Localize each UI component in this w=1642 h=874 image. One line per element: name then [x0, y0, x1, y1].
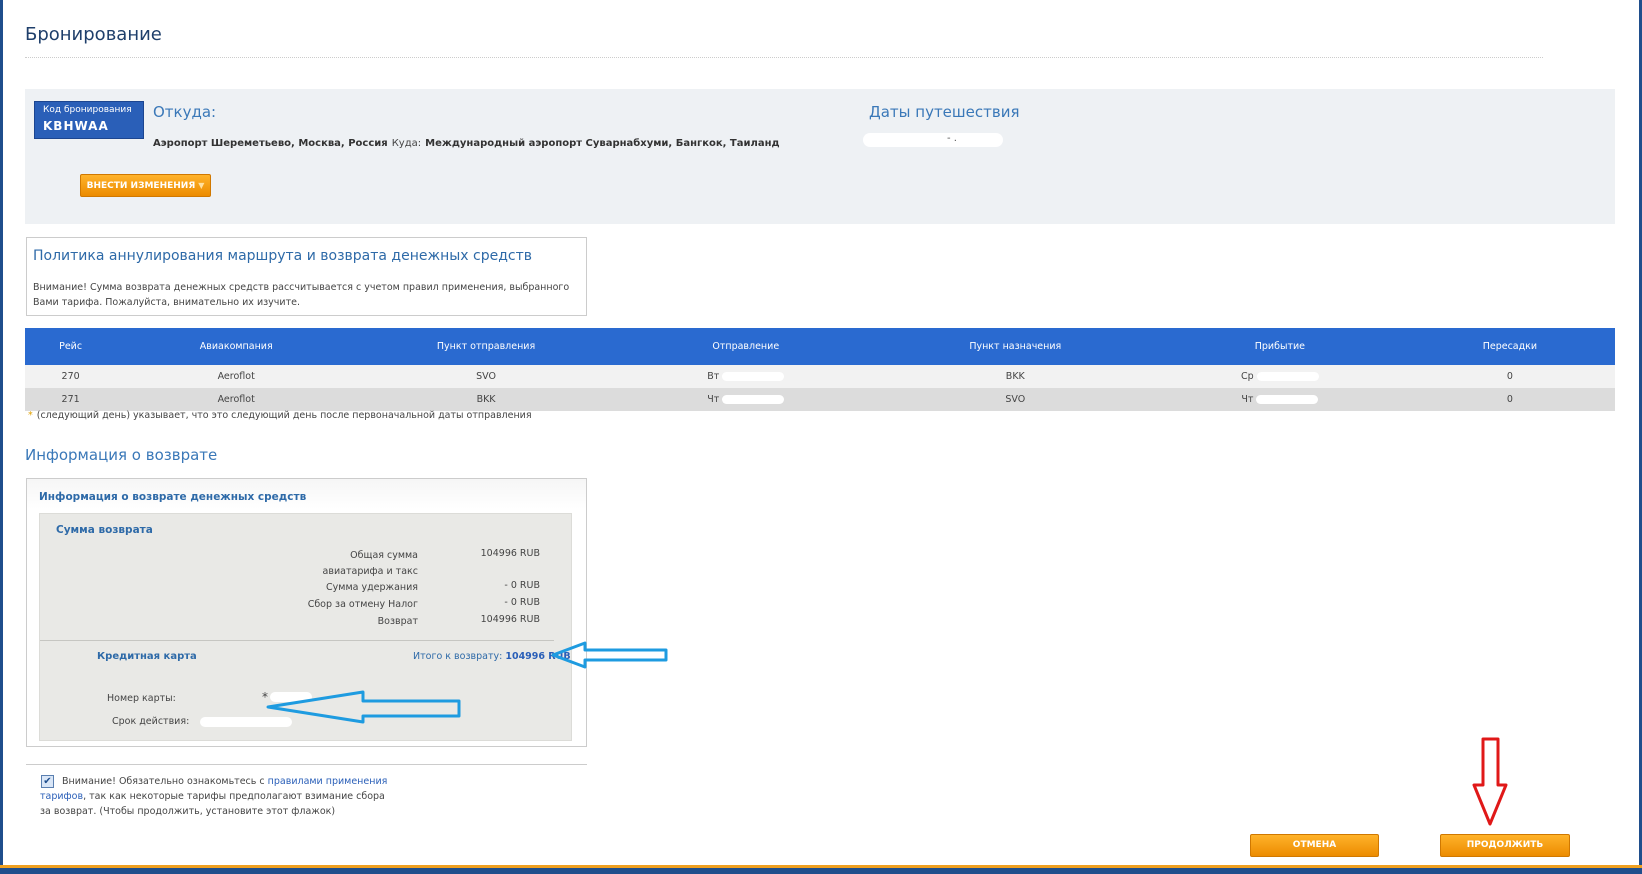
arrow-annotation-total [551, 641, 668, 669]
arrow-annotation-card [266, 690, 461, 724]
annotation-overlay [266, 641, 1508, 826]
arrow-annotation-continue [1472, 737, 1508, 826]
